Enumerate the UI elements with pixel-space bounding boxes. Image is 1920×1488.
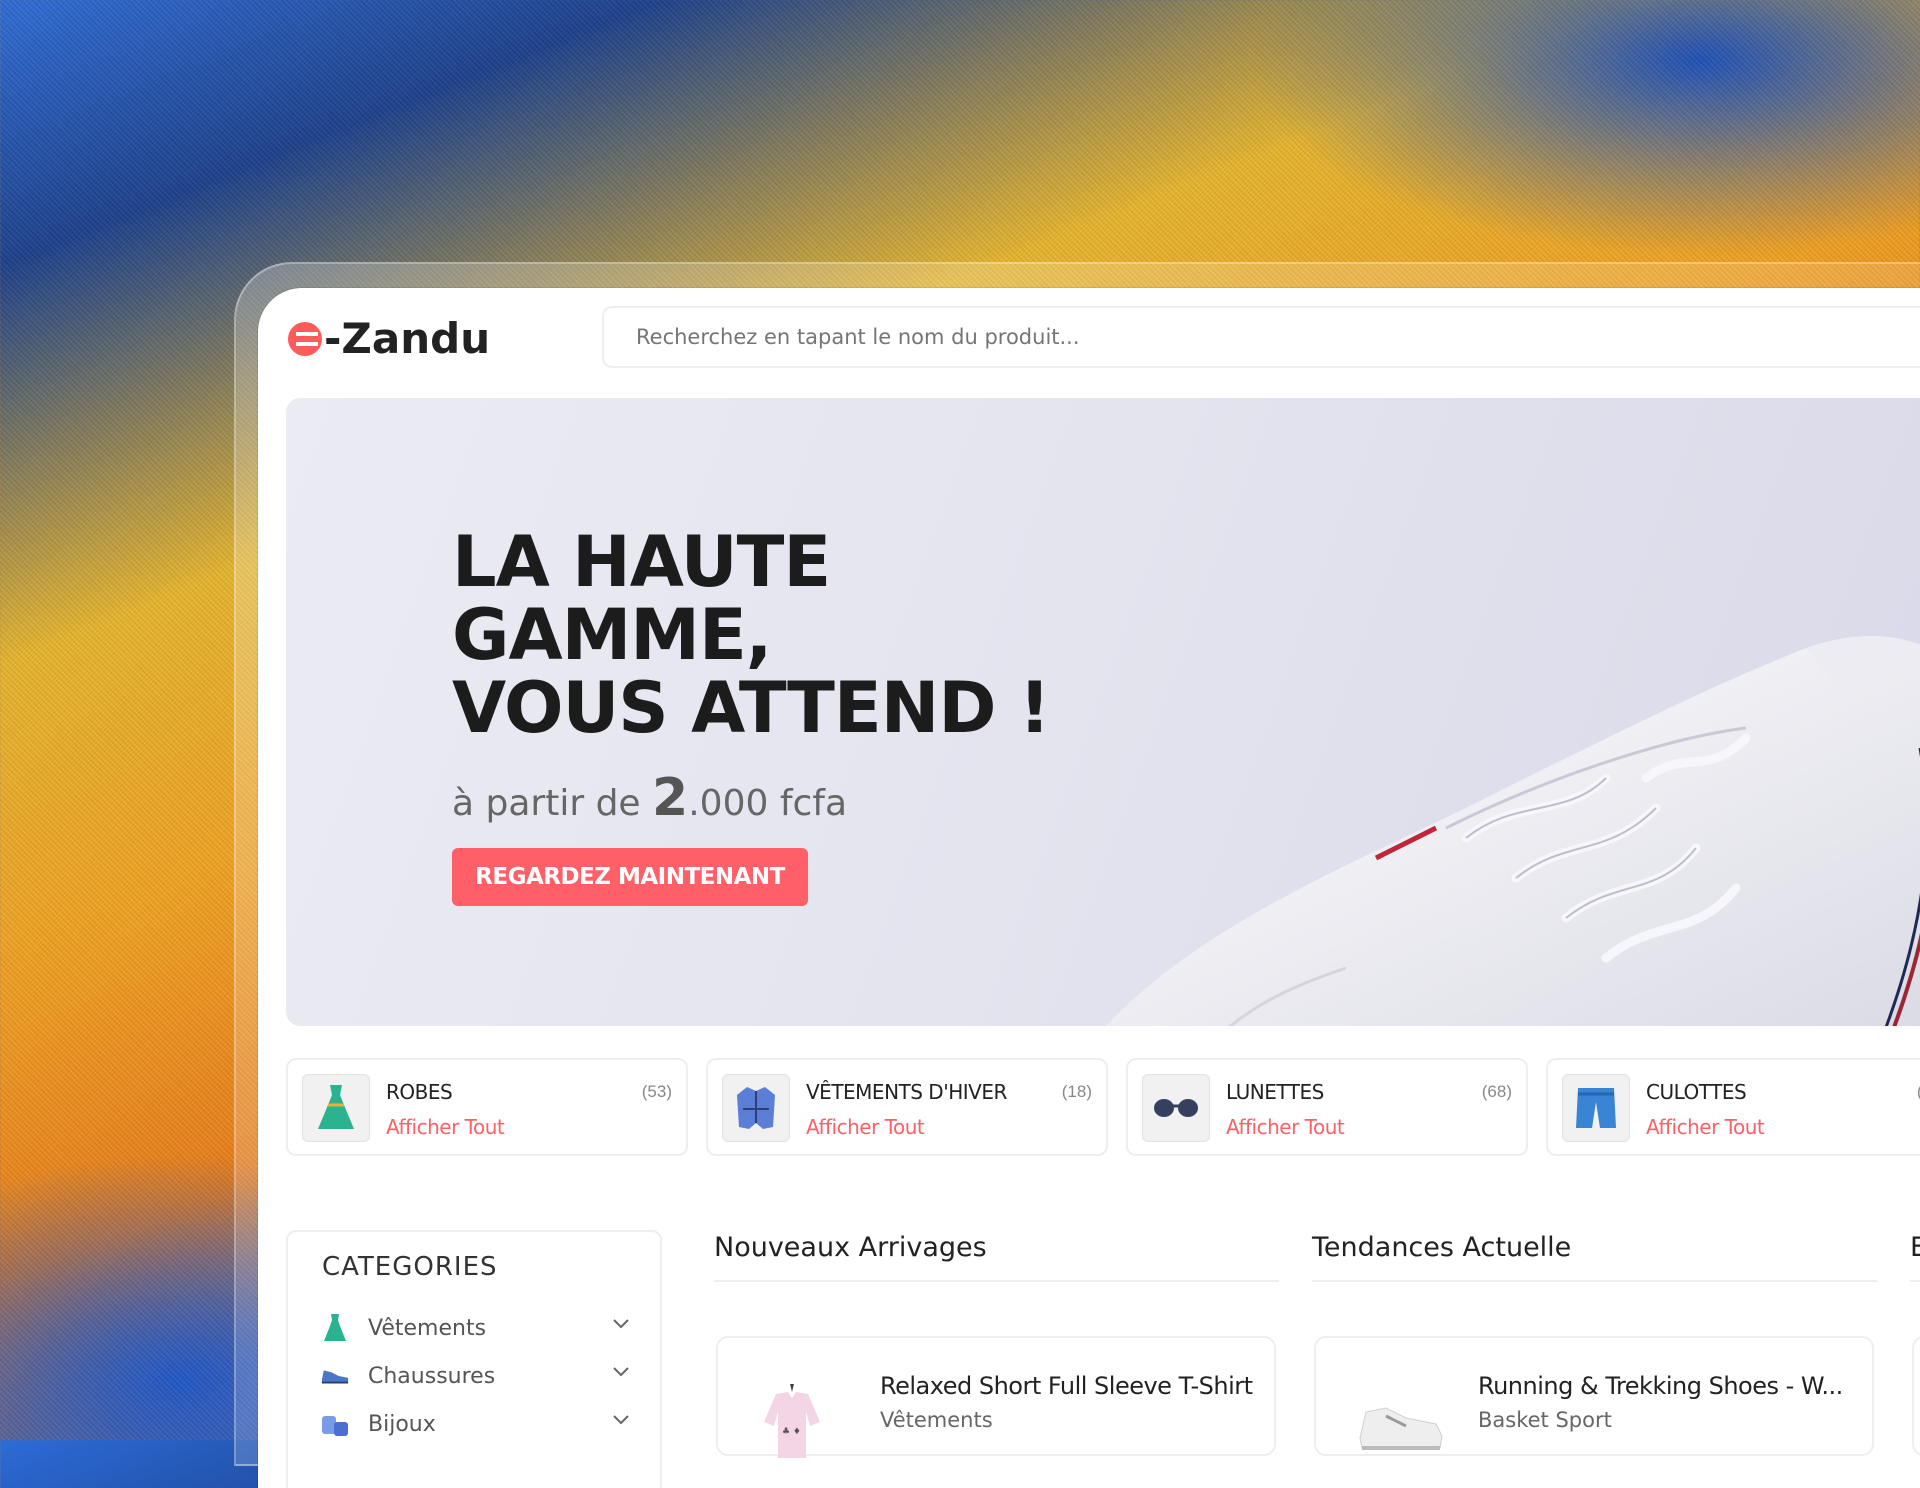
product-category: Vêtements (880, 1408, 993, 1432)
price-big: 2 (652, 768, 689, 828)
chevron-down-icon[interactable] (612, 1366, 630, 1378)
shop-now-button[interactable]: REGARDEZ MAINTENANT (452, 848, 808, 906)
section-divider (714, 1280, 1279, 1282)
hero-price: à partir de 2.000 fcfa (452, 768, 847, 828)
shorts-icon (1562, 1074, 1630, 1142)
chevron-down-icon[interactable] (612, 1318, 630, 1330)
shoe-icon (320, 1361, 350, 1391)
category-title: LUNETTES (1226, 1080, 1324, 1104)
category-cards: ROBES Afficher Tout (53) VÊTEMENTS D'HIV… (286, 1058, 1920, 1156)
product-card[interactable]: Running & Trekking Shoes - W... Basket S… (1314, 1336, 1874, 1456)
logo[interactable]: -Zandu (288, 314, 490, 363)
sidebar-item-label: Chaussures (368, 1363, 496, 1389)
running-shoe-image (1359, 1407, 1443, 1450)
category-count: (53) (641, 1082, 672, 1101)
section-title-third: E (1910, 1232, 1920, 1263)
section-divider (1312, 1280, 1877, 1282)
product-card[interactable]: ♣ ♦ Relaxed Short Full Sleeve T-Shirt Vê… (716, 1336, 1276, 1458)
sidebar-item-label: Vêtements (368, 1315, 487, 1341)
glasses-icon (1142, 1074, 1210, 1142)
app-window: -Zandu LA HAUTE GAMME, VOUS ATTEND ! à p… (258, 288, 1920, 1488)
category-card-shorts[interactable]: CULOTTES Afficher Tout (8 (1546, 1058, 1920, 1156)
dress-icon (320, 1313, 350, 1343)
product-name[interactable]: Running & Trekking Shoes - W... (1478, 1372, 1843, 1400)
category-title: ROBES (386, 1080, 453, 1104)
jewelry-icon (320, 1409, 350, 1439)
jacket-icon (722, 1074, 790, 1142)
logo-e-icon (288, 321, 322, 356)
view-all-link[interactable]: Afficher Tout (806, 1115, 925, 1139)
category-card-robes[interactable]: ROBES Afficher Tout (53) (286, 1058, 688, 1156)
section-divider (1910, 1280, 1920, 1282)
view-all-link[interactable]: Afficher Tout (1226, 1115, 1345, 1139)
svg-text:♣ ♦: ♣ ♦ (782, 1427, 801, 1437)
sidebar-item-vetements[interactable]: Vêtements (320, 1308, 630, 1348)
hero-title: LA HAUTE GAMME, VOUS ATTEND ! (452, 521, 1051, 749)
logo-text: -Zandu (324, 314, 491, 363)
category-title: CULOTTES (1646, 1080, 1747, 1104)
category-title: VÊTEMENTS D'HIVER (806, 1080, 1007, 1104)
categories-sidebar: CATEGORIES Vêtements Chaussures Bijoux (286, 1230, 662, 1488)
product-category: Basket Sport (1478, 1408, 1612, 1432)
price-rest: .000 fcfa (688, 783, 848, 824)
sidebar-item-bijoux[interactable]: Bijoux (320, 1404, 630, 1444)
section-title-new-arrivals: Nouveaux Arrivages (714, 1232, 987, 1263)
sidebar-item-label: Bijoux (368, 1411, 436, 1437)
category-card-glasses[interactable]: LUNETTES Afficher Tout (68) (1126, 1058, 1528, 1156)
sidebar-title: CATEGORIES (322, 1252, 498, 1282)
sneaker-image (1105, 636, 1920, 1026)
category-card-winter[interactable]: VÊTEMENTS D'HIVER Afficher Tout (18) (706, 1058, 1108, 1156)
view-all-link[interactable]: Afficher Tout (386, 1115, 505, 1139)
price-prefix: à partir de (452, 783, 653, 824)
search-input[interactable] (602, 306, 1920, 368)
dress-icon (302, 1074, 370, 1142)
category-count: (68) (1481, 1082, 1512, 1101)
tshirt-image: ♣ ♦ (764, 1384, 820, 1458)
section-title-trending: Tendances Actuelle (1312, 1232, 1572, 1263)
view-all-link[interactable]: Afficher Tout (1646, 1115, 1765, 1139)
product-name[interactable]: Relaxed Short Full Sleeve T-Shirt (880, 1372, 1253, 1400)
hero-banner: LA HAUTE GAMME, VOUS ATTEND ! à partir d… (286, 398, 1920, 1026)
product-card-partial[interactable] (1912, 1336, 1920, 1456)
chevron-down-icon[interactable] (612, 1414, 630, 1426)
category-count: (18) (1061, 1082, 1092, 1101)
sidebar-item-chaussures[interactable]: Chaussures (320, 1356, 630, 1396)
